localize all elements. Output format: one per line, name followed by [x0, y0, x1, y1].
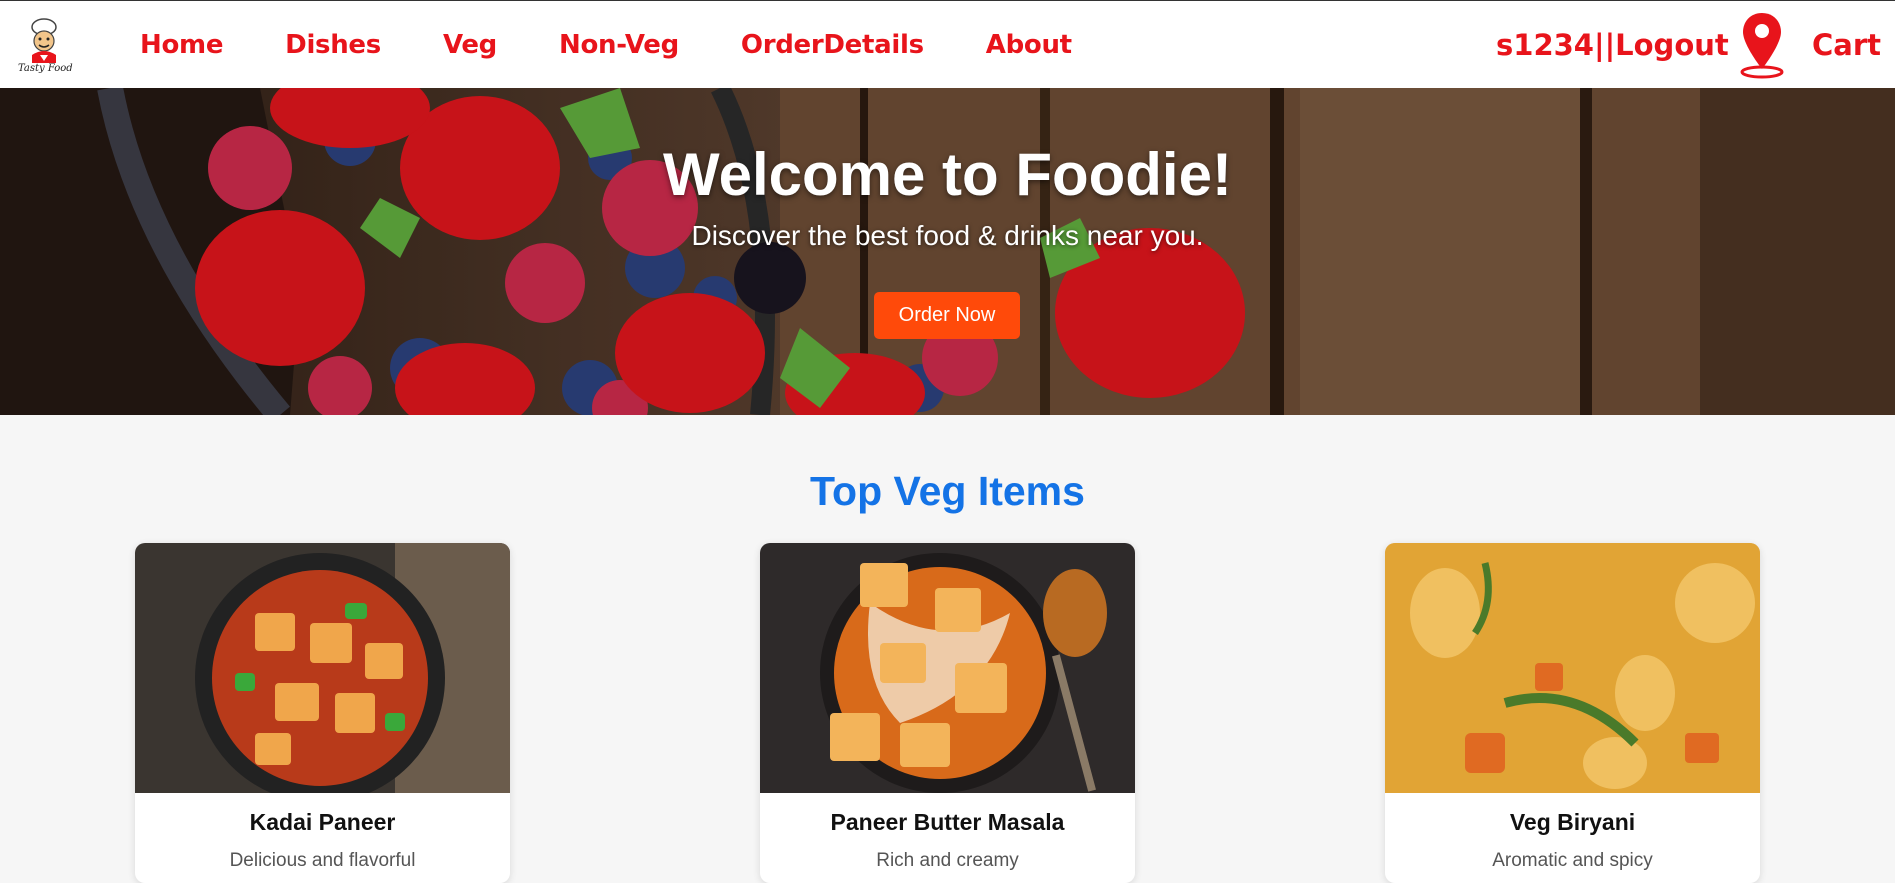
nav-about-link[interactable]: About: [986, 30, 1072, 60]
food-card[interactable]: Paneer Butter Masala Rich and creamy: [760, 543, 1135, 883]
order-now-button[interactable]: Order Now: [874, 292, 1020, 339]
food-card[interactable]: Kadai Paneer Delicious and flavorful: [135, 543, 510, 883]
map-pin-icon[interactable]: [1738, 9, 1786, 79]
nav-home-link[interactable]: Home: [140, 30, 223, 60]
section-title: Top Veg Items: [810, 468, 1085, 514]
food-card[interactable]: Veg Biryani Aromatic and spicy: [1385, 543, 1760, 883]
card-title: Paneer Butter Masala: [830, 809, 1065, 835]
card-title: Kadai Paneer: [249, 809, 396, 835]
nav-links: Home Dishes Veg Non-Veg OrderDetails Abo…: [140, 1, 1134, 89]
card-description: Aromatic and spicy: [1492, 850, 1653, 871]
user-logout-link[interactable]: s1234||Logout: [1496, 1, 1729, 89]
veg-biryani-image: [1385, 543, 1760, 793]
hero-title: Welcome to Foodie!: [663, 141, 1232, 208]
kadai-paneer-image: [135, 543, 510, 793]
hero-subtitle: Discover the best food & drinks near you…: [691, 220, 1204, 251]
nav-orderdetails-link[interactable]: OrderDetails: [741, 30, 924, 60]
hero-banner: Welcome to Foodie! Discover the best foo…: [0, 88, 1895, 415]
paneer-butter-masala-image: [760, 543, 1135, 793]
nav-dishes-link[interactable]: Dishes: [285, 30, 381, 60]
card-title: Veg Biryani: [1509, 809, 1636, 835]
card-description: Delicious and flavorful: [229, 850, 416, 871]
nav-veg-link[interactable]: Veg: [443, 30, 497, 60]
nav-nonveg-link[interactable]: Non-Veg: [559, 30, 679, 60]
navbar: Tasty Food Home Dishes Veg Non-Veg Order…: [0, 0, 1895, 88]
logo-text: Tasty Food: [18, 63, 73, 74]
cart-link[interactable]: Cart: [1812, 1, 1881, 89]
chef-logo-icon[interactable]: Tasty Food: [18, 17, 73, 77]
card-description: Rich and creamy: [876, 850, 1019, 871]
